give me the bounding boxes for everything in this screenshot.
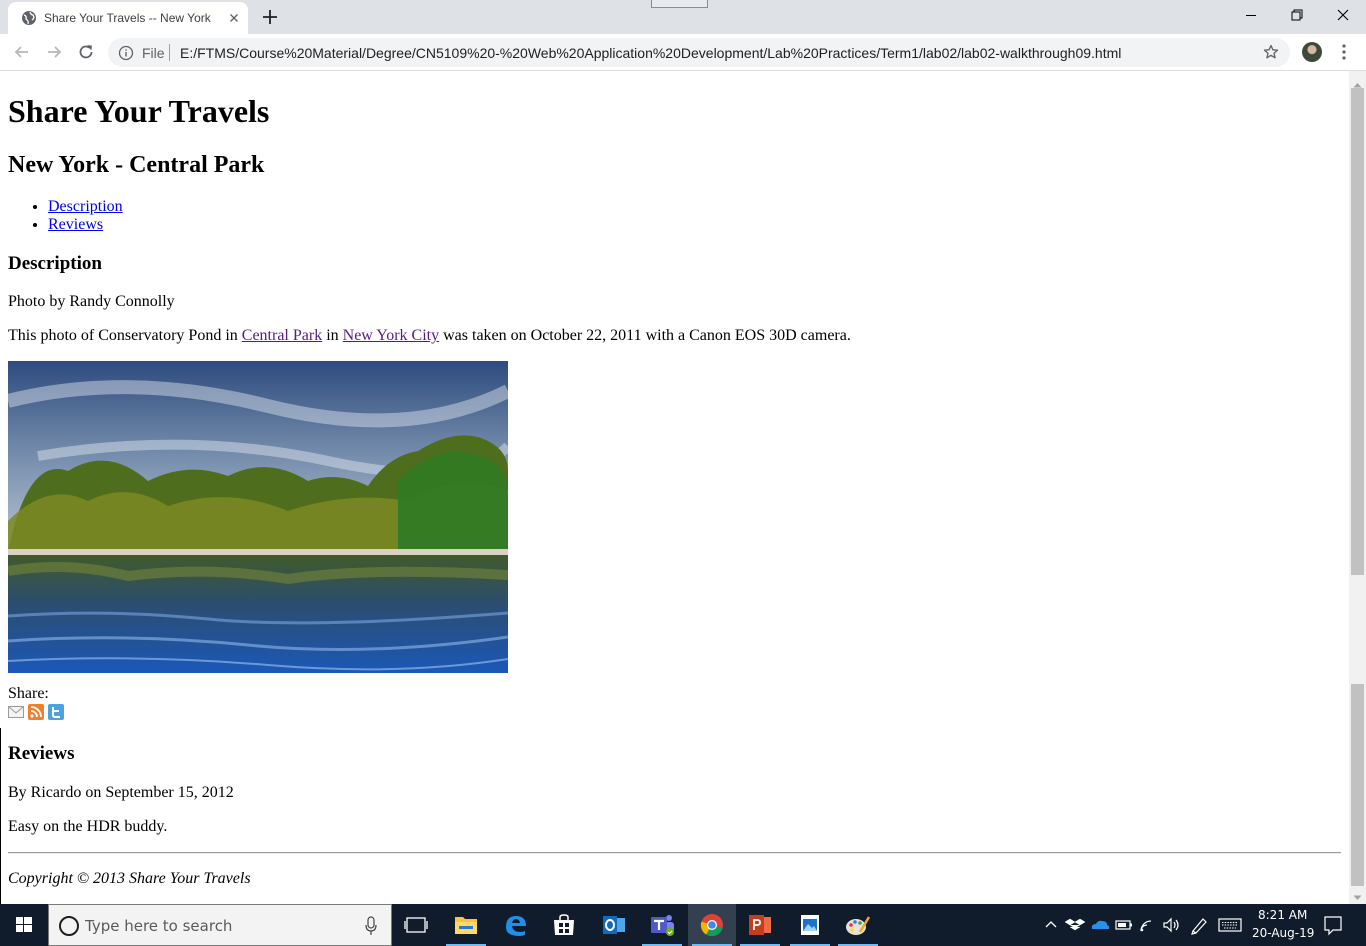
window-drag-handle[interactable]	[651, 0, 708, 8]
scrollbar-thumb[interactable]	[1351, 684, 1364, 886]
teams-icon[interactable]	[638, 904, 686, 946]
description-text: was taken on October 22, 2011 with a Can…	[439, 327, 851, 344]
site-title: Share Your Travels	[8, 93, 270, 129]
store-icon[interactable]	[540, 904, 588, 946]
volume-icon[interactable]	[1161, 904, 1183, 946]
central-park-link[interactable]: Central Park	[242, 327, 322, 344]
central-park-photo	[8, 361, 508, 673]
page-viewport: Share Your Travels New York - Central Pa…	[0, 71, 1349, 904]
keyboard-icon[interactable]	[1216, 904, 1244, 946]
share-label: Share:	[8, 685, 49, 702]
toc-item: Reviews	[48, 216, 123, 234]
microphone-icon[interactable]	[365, 916, 377, 941]
url-scheme-label: File	[142, 45, 165, 61]
restore-button[interactable]	[1274, 0, 1320, 30]
pen-icon[interactable]	[1187, 904, 1211, 946]
new-york-city-link[interactable]: New York City	[343, 327, 439, 344]
reviews-heading: Reviews	[8, 743, 75, 764]
footer-divider	[8, 852, 1341, 854]
browser-toolbar: File E:/FTMS/Course%20Material/Degree/CN…	[0, 34, 1366, 71]
browser-tab[interactable]: Share Your Travels -- New York - Central…	[8, 2, 248, 34]
clock-time[interactable]: 8:21 AM	[1258, 908, 1307, 922]
search-placeholder: Type here to search	[85, 917, 233, 935]
windows-taskbar: Type here to search 8:21 AM 20-Aug-19	[0, 904, 1366, 946]
taskbar-search-box[interactable]: Type here to search	[48, 904, 392, 946]
address-bar[interactable]: File E:/FTMS/Course%20Material/Degree/CN…	[108, 38, 1290, 67]
new-tab-button[interactable]	[260, 7, 280, 27]
table-of-contents: Description Reviews	[48, 198, 123, 234]
paint-icon[interactable]	[834, 904, 882, 946]
twitter-icon[interactable]	[48, 704, 64, 720]
onedrive-icon[interactable]	[1088, 904, 1112, 946]
close-tab-icon[interactable]	[226, 10, 242, 26]
url-separator	[169, 44, 170, 61]
review-byline: By Ricardo on September 15, 2012	[8, 784, 234, 801]
edge-icon[interactable]	[492, 904, 540, 946]
url-text[interactable]: E:/FTMS/Course%20Material/Degree/CN5109%…	[180, 45, 1121, 61]
description-text: This photo of Conservatory Pond in	[8, 327, 242, 344]
chrome-icon[interactable]	[688, 904, 736, 946]
bookmark-star-icon[interactable]	[1263, 44, 1279, 60]
toc-link-description[interactable]: Description	[48, 198, 123, 215]
notifications-icon[interactable]	[1318, 904, 1348, 946]
clock-date[interactable]: 20-Aug-19	[1252, 926, 1314, 940]
rss-icon[interactable]	[28, 704, 44, 720]
page-scrollbar[interactable]	[1349, 71, 1366, 904]
profile-avatar[interactable]	[1302, 42, 1322, 62]
cortana-icon	[59, 916, 79, 936]
chevron-up-icon[interactable]	[1040, 904, 1062, 946]
powerpoint-icon[interactable]	[736, 904, 784, 946]
review-text: Easy on the HDR buddy.	[8, 818, 168, 835]
reload-icon[interactable]	[76, 42, 96, 62]
windows-start-icon[interactable]	[0, 904, 48, 946]
info-icon[interactable]	[118, 45, 134, 61]
email-icon[interactable]	[8, 704, 24, 720]
close-window-button[interactable]	[1320, 0, 1366, 30]
description-text: in	[322, 327, 343, 344]
globe-icon	[21, 10, 37, 26]
toc-item: Description	[48, 198, 123, 216]
copyright-text: Copyright © 2013 Share Your Travels	[8, 870, 251, 887]
photo-credit: Photo by Randy Connolly	[8, 293, 175, 310]
menu-dots-icon[interactable]	[1340, 43, 1348, 61]
back-arrow-icon[interactable]	[12, 42, 32, 62]
photo-description: This photo of Conservatory Pond in Centr…	[8, 327, 851, 345]
browser-tab-bar: Share Your Travels -- New York - Central…	[0, 0, 1366, 34]
description-heading: Description	[8, 253, 102, 274]
forward-arrow-icon[interactable]	[44, 42, 64, 62]
dropbox-icon[interactable]	[1064, 904, 1086, 946]
page-title: New York - Central Park	[8, 152, 265, 178]
toc-link-reviews[interactable]: Reviews	[48, 216, 103, 233]
minimize-button[interactable]	[1228, 0, 1274, 30]
tab-title: Share Your Travels -- New York - Central…	[44, 11, 214, 25]
wifi-icon[interactable]	[1137, 904, 1159, 946]
scrollbar-thumb[interactable]	[1351, 88, 1364, 575]
battery-icon[interactable]	[1113, 904, 1135, 946]
text-caret	[0, 728, 1, 904]
outlook-icon[interactable]	[590, 904, 638, 946]
file-explorer-icon[interactable]	[442, 904, 490, 946]
task-view-icon[interactable]	[392, 904, 440, 946]
photos-icon[interactable]	[786, 904, 834, 946]
